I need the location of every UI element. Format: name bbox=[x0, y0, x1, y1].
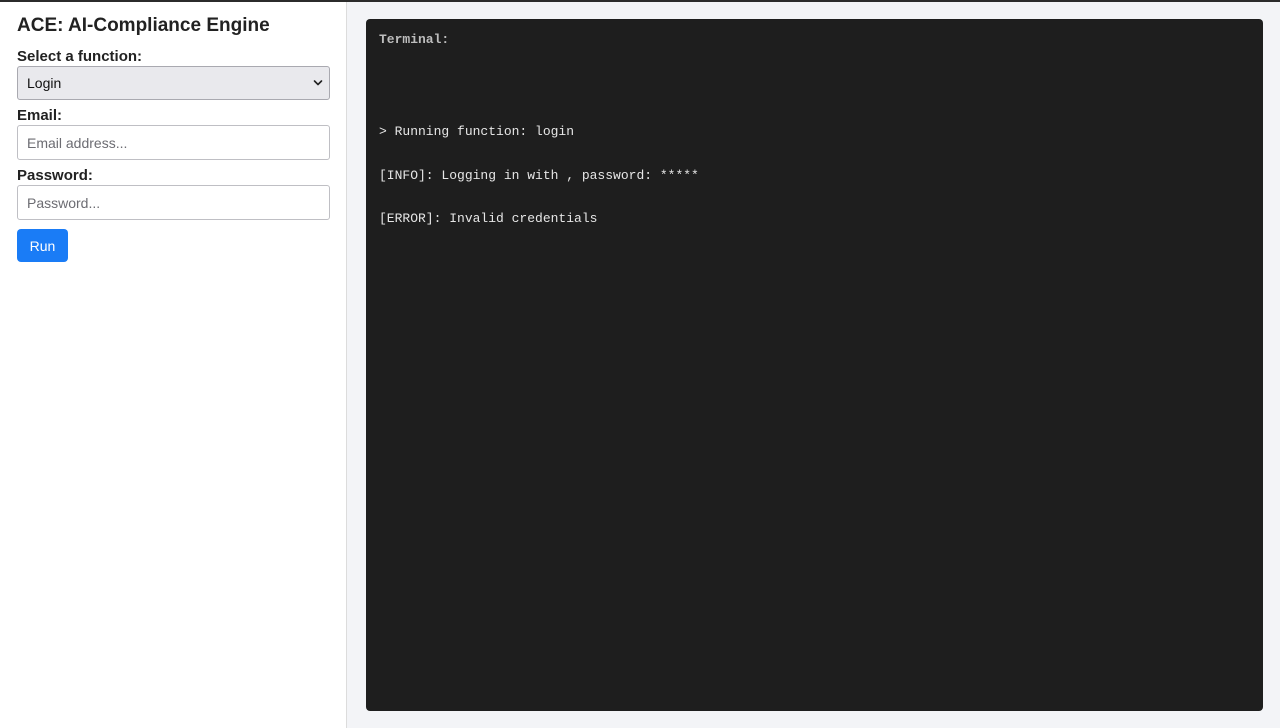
terminal-panel: Terminal: > Running function: login [INF… bbox=[366, 19, 1263, 711]
email-label: Email: bbox=[17, 107, 63, 124]
terminal-title: Terminal: bbox=[379, 32, 450, 47]
terminal-output: > Running function: login [INFO]: Loggin… bbox=[379, 96, 1250, 256]
email-field[interactable] bbox=[17, 125, 330, 160]
function-select-value: Login bbox=[27, 75, 62, 91]
app-title: ACE: AI-Compliance Engine bbox=[17, 15, 270, 36]
password-field[interactable] bbox=[17, 185, 330, 220]
password-label: Password: bbox=[17, 167, 93, 184]
function-select[interactable]: Login bbox=[17, 66, 330, 100]
terminal-line: [INFO]: Logging in with , password: ****… bbox=[379, 167, 699, 183]
sidebar-panel: ACE: AI-Compliance Engine Select a funct… bbox=[0, 2, 347, 728]
terminal-line: > Running function: login bbox=[379, 124, 575, 139]
function-label: Select a function: bbox=[17, 48, 143, 65]
terminal-line: [ERROR]: Invalid credentials bbox=[379, 211, 598, 226]
chevron-down-icon bbox=[313, 80, 323, 86]
run-button[interactable]: Run bbox=[17, 229, 68, 262]
